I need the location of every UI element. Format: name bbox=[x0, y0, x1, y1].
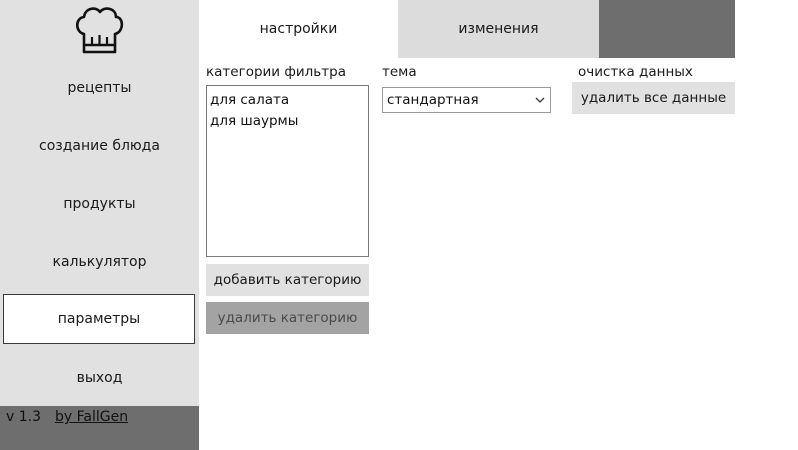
nav-create-dish[interactable]: создание блюда bbox=[0, 117, 199, 175]
filter-categories-list[interactable]: для салата для шаурмы bbox=[206, 85, 369, 257]
sidebar: рецепты создание блюда продукты калькуля… bbox=[0, 0, 199, 450]
data-cleanup-label: очистка данных bbox=[578, 64, 693, 80]
theme-select[interactable]: стандартная bbox=[382, 87, 551, 113]
nav-recipes[interactable]: рецепты bbox=[0, 59, 199, 117]
theme-label: тема bbox=[382, 64, 417, 80]
tab-bar-filler bbox=[599, 0, 735, 58]
delete-category-button[interactable]: удалить категорию bbox=[206, 302, 369, 334]
chevron-down-icon bbox=[535, 97, 545, 103]
filter-categories-label: категории фильтра bbox=[206, 64, 346, 80]
list-item[interactable]: для салата bbox=[210, 90, 365, 111]
delete-all-data-button[interactable]: удалить все данные bbox=[572, 82, 735, 114]
tab-settings[interactable]: настройки bbox=[199, 0, 398, 58]
nav-products[interactable]: продукты bbox=[0, 175, 199, 233]
nav-calculator[interactable]: калькулятор bbox=[0, 233, 199, 291]
list-item[interactable]: для шаурмы bbox=[210, 111, 365, 132]
chef-hat-icon bbox=[75, 7, 124, 54]
add-category-button[interactable]: добавить категорию bbox=[206, 264, 369, 296]
nav-exit[interactable]: выход bbox=[0, 349, 199, 407]
nav-parameters[interactable]: параметры bbox=[3, 294, 195, 344]
author-link[interactable]: by FallGen bbox=[55, 409, 128, 425]
theme-select-value: стандартная bbox=[387, 92, 479, 108]
version-label: v 1.3 bbox=[6, 409, 41, 425]
tab-changes[interactable]: изменения bbox=[398, 0, 599, 58]
sidebar-footer: v 1.3 by FallGen bbox=[0, 406, 199, 450]
